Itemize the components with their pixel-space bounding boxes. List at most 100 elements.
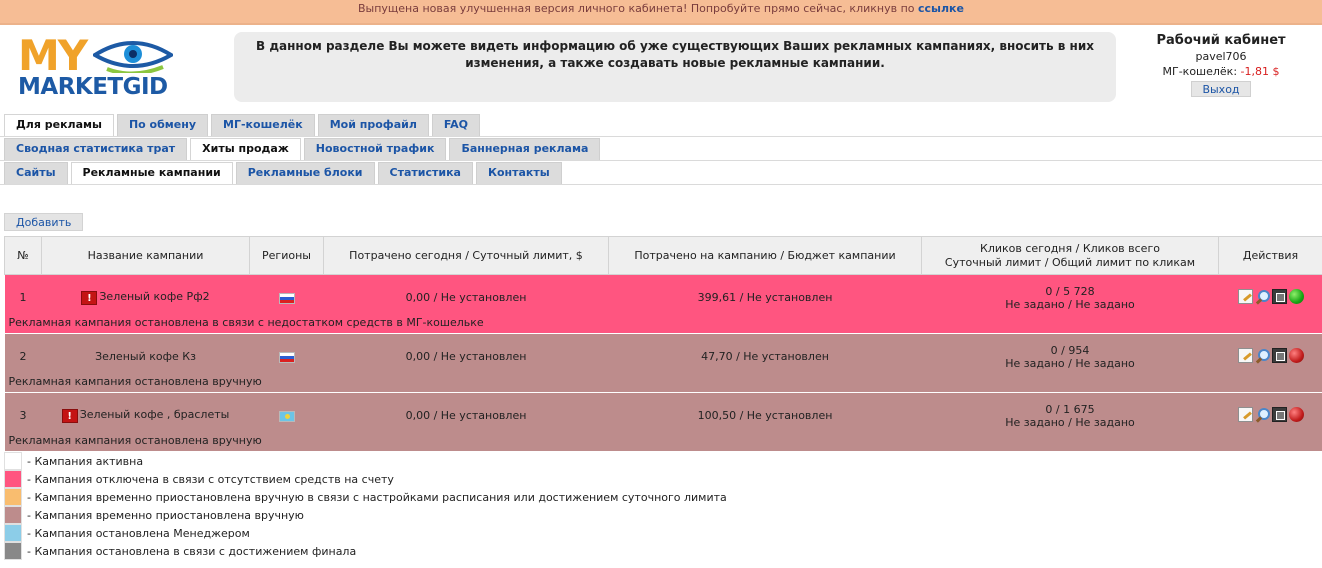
- legend-item: - Кампания остановлена в связи с достиже…: [4, 542, 727, 560]
- legend-swatch: [4, 542, 22, 560]
- spent-today: 0,00 / Не установлен: [323, 392, 609, 434]
- section-info-box: В данном разделе Вы можете видеть информ…: [234, 32, 1116, 102]
- campaign-name-cell: ! Зеленый кофе Рф2: [41, 274, 250, 316]
- legend-swatch: [4, 524, 22, 542]
- edit-icon[interactable]: [1237, 347, 1253, 363]
- logo-text-my: MY: [18, 31, 88, 80]
- spent-total: 100,50 / Не установлен: [608, 392, 922, 434]
- legend-text: - Кампания отключена в связи с отсутстви…: [27, 472, 394, 486]
- campaign-status-note: Рекламная кампания остановлена в связи с…: [4, 315, 1322, 333]
- tab-best-sellers[interactable]: Хиты продаж: [190, 138, 301, 160]
- actions-cell: [1218, 392, 1322, 434]
- tab-for-advertising[interactable]: Для рекламы: [4, 114, 114, 136]
- status-color-legend: - Кампания активна - Кампания отключена …: [4, 452, 727, 560]
- cabinet-title: Рабочий кабинет: [1156, 33, 1286, 48]
- search-icon[interactable]: [1255, 289, 1270, 304]
- tab-ad-campaigns[interactable]: Рекламные кампании: [70, 162, 233, 184]
- region-cell: [249, 392, 324, 434]
- legend-text: - Кампания остановлена Менеджером: [27, 526, 250, 540]
- warning-icon: !: [81, 291, 98, 306]
- edit-icon[interactable]: [1237, 406, 1253, 422]
- tab-statistics[interactable]: Статистика: [377, 162, 473, 184]
- kazakhstan-flag-icon: [278, 410, 295, 422]
- legend-text: - Кампания временно приостановлена вручн…: [27, 490, 727, 504]
- clicks-count: 0 / 5 728: [1045, 284, 1095, 298]
- tab-spend-summary[interactable]: Сводная статистика трат: [4, 138, 188, 160]
- actions-cell: [1218, 274, 1322, 316]
- campaign-name-cell: ! Зеленый кофе , браслеты: [41, 392, 250, 434]
- col-header-regions: Регионы: [249, 236, 324, 275]
- logout-button[interactable]: Выход: [1191, 81, 1251, 97]
- region-cell: [249, 274, 324, 316]
- legend-swatch: [4, 488, 22, 506]
- col-header-number: №: [4, 236, 42, 275]
- table-row: 1 ! Зеленый кофе Рф2 0,00 / Не установлен…: [4, 274, 1322, 316]
- spent-total: 47,70 / Не установлен: [608, 333, 922, 375]
- notification-bar: Выпущена новая улучшенная версия личного…: [0, 0, 1322, 25]
- campaign-status-note: Рекламная кампания остановлена вручную: [4, 374, 1322, 392]
- status-toggle-active-icon[interactable]: [1288, 288, 1304, 304]
- tab-news-traffic[interactable]: Новостной трафик: [303, 138, 447, 160]
- wallet-label: МГ-кошелёк:: [1162, 65, 1238, 78]
- info-line-1: В данном разделе Вы можете видеть информ…: [256, 39, 1094, 53]
- col-header-spent-today: Потрачено сегодня / Суточный лимит, $: [323, 236, 609, 275]
- tab-exchange[interactable]: По обмену: [116, 114, 209, 136]
- legend-swatch: [4, 452, 22, 470]
- edit-icon[interactable]: [1237, 288, 1253, 304]
- clicks-cell: 0 / 954 Не задано / Не задано: [921, 333, 1219, 375]
- tab-sites[interactable]: Сайты: [4, 162, 68, 184]
- stats-icon[interactable]: [1271, 288, 1287, 304]
- campaigns-table: № Название кампании Регионы Потрачено се…: [4, 236, 1322, 451]
- status-toggle-stopped-icon[interactable]: [1288, 347, 1304, 363]
- tab-contacts[interactable]: Контакты: [475, 162, 562, 184]
- stats-icon[interactable]: [1271, 406, 1287, 422]
- campaign-status-note: Рекламная кампания остановлена вручную: [4, 433, 1322, 451]
- stats-icon[interactable]: [1271, 347, 1287, 363]
- col-header-spent-total: Потрачено на кампанию / Бюджет кампании: [608, 236, 922, 275]
- legend-text: - Кампания активна: [27, 454, 144, 468]
- marketgid-logo[interactable]: MY MARKETGID: [18, 31, 203, 100]
- campaign-name[interactable]: Зеленый кофе , браслеты: [80, 408, 230, 421]
- clicks-cell: 0 / 5 728 Не задано / Не задано: [921, 274, 1219, 316]
- campaign-name-cell: Зеленый кофе Кз: [41, 333, 250, 375]
- legend-item: - Кампания отключена в связи с отсутстви…: [4, 470, 727, 488]
- row-number: 1: [4, 274, 42, 316]
- tab-mg-wallet[interactable]: МГ-кошелёк: [211, 114, 315, 136]
- search-icon[interactable]: [1255, 407, 1270, 422]
- table-row-note: Рекламная кампания остановлена вручную: [4, 433, 1322, 451]
- spent-today: 0,00 / Не установлен: [323, 333, 609, 375]
- russia-flag-icon: [278, 351, 295, 363]
- tab-banner-ads[interactable]: Баннерная реклама: [449, 138, 601, 160]
- col-header-actions: Действия: [1218, 236, 1322, 275]
- new-version-link[interactable]: ссылке: [918, 2, 964, 15]
- status-toggle-stopped-icon[interactable]: [1288, 406, 1304, 422]
- tab-faq[interactable]: FAQ: [431, 114, 481, 136]
- tabs-divider: [0, 160, 1322, 161]
- campaign-name[interactable]: Зеленый кофе Кз: [95, 350, 196, 363]
- search-icon[interactable]: [1255, 348, 1270, 363]
- wallet-value: -1,81 $: [1240, 65, 1280, 78]
- legend-text: - Кампания остановлена в связи с достиже…: [27, 544, 357, 558]
- col-header-name: Название кампании: [41, 236, 250, 275]
- main-tabs: Для рекламы По обмену МГ-кошелёк Мой про…: [4, 114, 483, 136]
- clicks-limits: Не задано / Не задано: [1005, 415, 1135, 429]
- tab-ad-blocks[interactable]: Рекламные блоки: [235, 162, 375, 184]
- legend-item: - Кампания остановлена Менеджером: [4, 524, 727, 542]
- tab-my-profile[interactable]: Мой профайл: [317, 114, 429, 136]
- tabs-divider: [0, 136, 1322, 137]
- eye-logo-icon: [93, 41, 173, 73]
- add-campaign-button[interactable]: Добавить: [4, 213, 84, 231]
- row-number: 2: [4, 333, 42, 375]
- username: pavel706: [1195, 50, 1247, 63]
- legend-swatch: [4, 506, 22, 524]
- spent-total: 399,61 / Не установлен: [608, 274, 922, 316]
- clicks-cell: 0 / 1 675 Не задано / Не задано: [921, 392, 1219, 434]
- warning-icon: !: [61, 409, 78, 423]
- user-cabinet-panel: Рабочий кабинет pavel706 МГ-кошелёк: -1,…: [1140, 33, 1302, 97]
- col-header-clicks: Кликов сегодня / Кликов всего Суточный л…: [921, 236, 1219, 275]
- notification-text: Выпущена новая улучшенная версия личного…: [358, 2, 915, 15]
- campaign-name[interactable]: Зеленый кофе Рф2: [99, 290, 209, 303]
- spent-today: 0,00 / Не установлен: [323, 274, 609, 316]
- clicks-count: 0 / 1 675: [1045, 402, 1095, 416]
- legend-item: - Кампания временно приостановлена вручн…: [4, 488, 727, 506]
